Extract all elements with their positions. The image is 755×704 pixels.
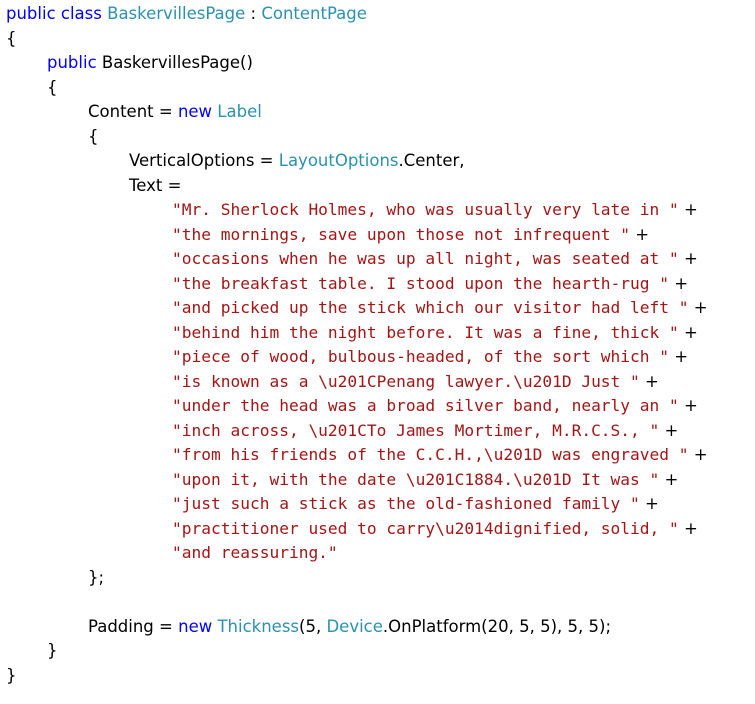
concat-operator: + <box>678 518 698 538</box>
code-line-content-assign: Content = new Label <box>6 100 751 125</box>
code-line-ctor-brace-close: } <box>6 639 751 664</box>
string-literal: "from his friends of the C.C.H.,\u201D w… <box>172 445 689 464</box>
code-line-vertical-options: VerticalOptions = LayoutOptions.Center, <box>6 149 751 174</box>
string-literal: "inch across, \u201CTo James Mortimer, M… <box>172 420 660 440</box>
code-line-string: "Mr. Sherlock Holmes, who was usually ve… <box>6 198 751 223</box>
code-line-string: "and reassuring." <box>6 541 751 566</box>
code-line-string: "the breakfast table. I stood upon the h… <box>6 272 751 297</box>
code-line-constructor: public BaskervillesPage() <box>6 51 751 76</box>
keyword-class: class <box>60 4 102 23</box>
brace: } <box>6 665 17 685</box>
brace: { <box>6 28 17 48</box>
code-line-string: "just such a stick as the old-fashioned … <box>6 492 751 517</box>
brace: { <box>47 77 58 97</box>
padding-args-2: .OnPlatform(20, 5, 5), 5, 5); <box>382 616 611 636</box>
brace: { <box>88 126 99 146</box>
code-line-string: "under the head was a broad silver band,… <box>6 394 751 419</box>
keyword-new: new <box>177 102 213 121</box>
concat-operator: + <box>688 445 708 464</box>
concat-operator: + <box>688 298 708 317</box>
code-line-text-assign: Text = <box>6 174 751 199</box>
keyword-new: new <box>178 616 213 636</box>
string-literal: "just such a stick as the old-fashioned … <box>172 494 640 513</box>
string-literal: "the breakfast table. I stood upon the h… <box>172 273 670 293</box>
string-literal: "and picked up the stick which our visit… <box>172 298 689 317</box>
concat-operator: + <box>630 224 650 244</box>
code-line-string: "inch across, \u201CTo James Mortimer, M… <box>6 419 751 444</box>
code-line-class-brace-open: { <box>6 27 751 52</box>
padding-args-1: (5, <box>299 616 327 636</box>
vertical-options-rest: .Center, <box>398 151 465 170</box>
constructor-name: BaskervillesPage() <box>101 53 253 72</box>
concat-operator: + <box>678 322 698 342</box>
string-literal: "Mr. Sherlock Holmes, who was usually ve… <box>172 200 679 219</box>
code-line-initializer-close: }; <box>6 566 751 591</box>
string-literal: "the mornings, save upon those not infre… <box>172 224 631 244</box>
type-label: Label <box>217 102 262 121</box>
code-line-string: "from his friends of the C.C.H.,\u201D w… <box>6 443 751 468</box>
code-line-string: "behind him the night before. It was a f… <box>6 321 751 346</box>
base-type: ContentPage <box>261 4 367 23</box>
concat-operator: + <box>639 371 659 391</box>
string-literal: "behind him the night before. It was a f… <box>172 322 679 342</box>
type-layout-options: LayoutOptions <box>278 151 399 170</box>
keyword-public: public <box>6 4 56 23</box>
string-literal: "practitioner used to carry\u2014dignifi… <box>172 518 679 538</box>
vertical-options-lhs: VerticalOptions = <box>129 151 279 170</box>
string-literal: "and reassuring." <box>172 543 338 562</box>
code-line-string: "and picked up the stick which our visit… <box>6 296 751 321</box>
code-line-string: "the mornings, save upon those not infre… <box>6 223 751 248</box>
class-name: BaskervillesPage <box>107 4 246 23</box>
code-editor[interactable]: public class BaskervillesPage : ContentP… <box>6 2 751 688</box>
padding-lhs: Padding = <box>88 616 179 636</box>
code-line-padding: Padding = new Thickness(5, Device.OnPlat… <box>6 615 751 640</box>
code-line-string: "practitioner used to carry\u2014dignifi… <box>6 517 751 542</box>
type-thickness: Thickness <box>217 616 300 636</box>
concat-operator: + <box>669 273 689 293</box>
string-literal: "is known as a \u201CPenang lawyer.\u201… <box>172 371 640 391</box>
concat-operator: + <box>678 396 698 415</box>
code-line-class-declaration: public class BaskervillesPage : ContentP… <box>6 2 751 27</box>
keyword-public: public <box>47 53 97 72</box>
concat-operator: + <box>678 200 698 219</box>
string-literal: "piece of wood, bulbous-headed, of the s… <box>172 347 670 366</box>
string-literal: "under the head was a broad silver band,… <box>172 396 679 415</box>
concat-operator: + <box>659 420 679 440</box>
colon: : <box>245 4 262 23</box>
string-literal: "occasions when he was up all night, was… <box>172 249 679 268</box>
concat-operator: + <box>639 494 659 513</box>
brace: } <box>47 641 58 660</box>
concat-operator: + <box>678 249 698 268</box>
code-line-string: "is known as a \u201CPenang lawyer.\u201… <box>6 370 751 395</box>
code-line-initializer-brace-open: { <box>6 125 751 150</box>
code-line-string: "upon it, with the date \u201C1884.\u201… <box>6 468 751 493</box>
code-line-ctor-brace-open: { <box>6 76 751 101</box>
initializer-close: }; <box>88 567 105 587</box>
concat-operator: + <box>659 469 679 489</box>
type-device: Device <box>326 616 383 636</box>
text-lhs: Text = <box>129 175 182 195</box>
string-literal: "upon it, with the date \u201C1884.\u201… <box>172 469 660 489</box>
code-line-string: "occasions when he was up all night, was… <box>6 247 751 272</box>
code-line-class-brace-close: } <box>6 664 751 689</box>
concat-operator: + <box>669 347 689 366</box>
content-lhs: Content = <box>88 102 178 121</box>
code-line-string: "piece of wood, bulbous-headed, of the s… <box>6 345 751 370</box>
